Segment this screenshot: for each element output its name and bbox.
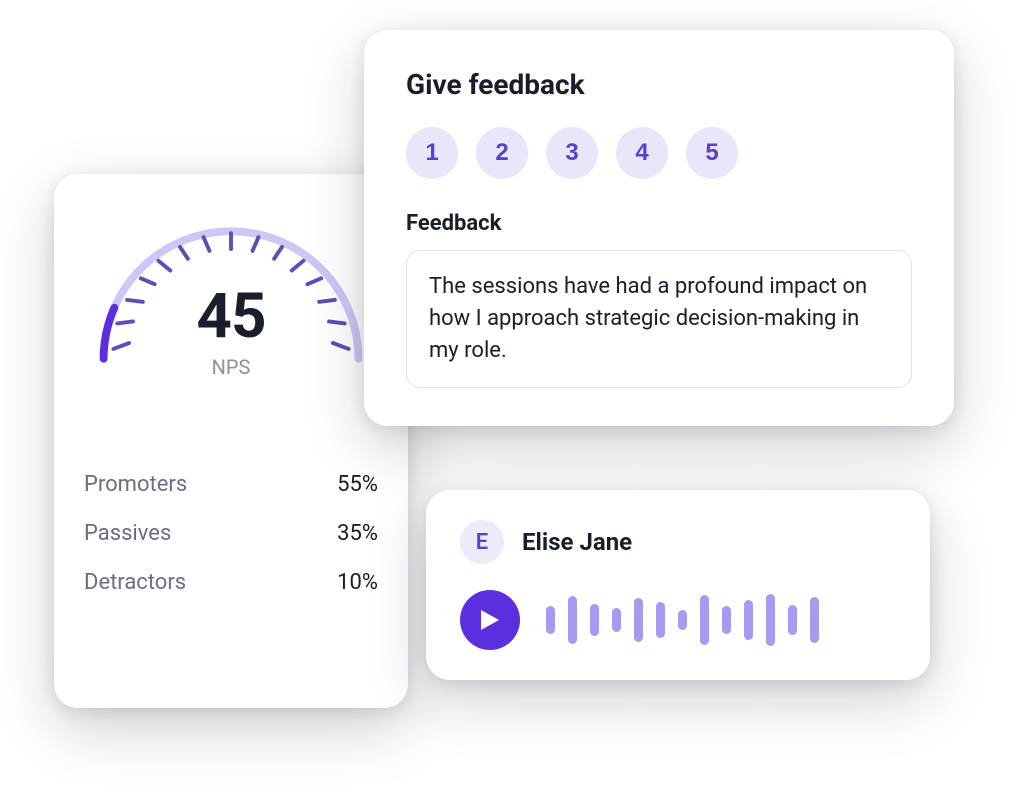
nps-card: 45 NPS Promoters 55% Passives 35% Detrac… — [54, 174, 408, 708]
play-button[interactable] — [460, 590, 520, 650]
feedback-title: Give feedback — [406, 68, 912, 101]
nps-row-detractors: Detractors 10% — [84, 570, 378, 595]
rating-option-2[interactable]: 2 — [476, 127, 528, 179]
waveform-bar — [744, 600, 753, 640]
nps-row-promoters: Promoters 55% — [84, 472, 378, 497]
audio-player — [460, 590, 896, 650]
feedback-textarea[interactable]: The sessions have had a profound impact … — [406, 250, 912, 388]
waveform-bar — [810, 597, 819, 643]
waveform-bar — [612, 608, 621, 632]
rating-option-4[interactable]: 4 — [616, 127, 668, 179]
audio-card: E Elise Jane — [426, 490, 930, 680]
nps-row-label: Detractors — [84, 570, 186, 595]
play-icon — [479, 608, 501, 632]
nps-row-value: 35% — [337, 521, 378, 546]
waveform-bar — [678, 610, 687, 630]
nps-row-value: 55% — [337, 472, 378, 497]
waveform-bar — [722, 606, 731, 634]
rating-option-3[interactable]: 3 — [546, 127, 598, 179]
audio-header: E Elise Jane — [460, 520, 896, 564]
waveform-bar — [766, 594, 775, 646]
nps-row-value: 10% — [337, 570, 378, 595]
waveform[interactable] — [546, 590, 819, 650]
nps-value: 45 — [84, 280, 378, 353]
waveform-bar — [788, 605, 797, 635]
rating-option-1[interactable]: 1 — [406, 127, 458, 179]
waveform-bar — [590, 604, 599, 636]
audio-person-name: Elise Jane — [522, 528, 632, 556]
nps-row-passives: Passives 35% — [84, 521, 378, 546]
waveform-bar — [700, 595, 709, 645]
feedback-card: Give feedback 1 2 3 4 5 Feedback The ses… — [364, 30, 954, 426]
rating-option-5[interactable]: 5 — [686, 127, 738, 179]
feedback-sub-label: Feedback — [406, 211, 912, 236]
nps-row-label: Promoters — [84, 472, 187, 497]
waveform-bar — [546, 606, 555, 634]
avatar: E — [460, 520, 504, 564]
nps-breakdown: Promoters 55% Passives 35% Detractors 10… — [84, 472, 378, 595]
nps-label: NPS — [84, 355, 378, 379]
waveform-bar — [634, 598, 643, 642]
waveform-bar — [568, 596, 577, 644]
waveform-bar — [656, 602, 665, 638]
nps-row-label: Passives — [84, 521, 171, 546]
rating-row: 1 2 3 4 5 — [406, 127, 912, 179]
nps-gauge: 45 NPS — [84, 210, 378, 410]
